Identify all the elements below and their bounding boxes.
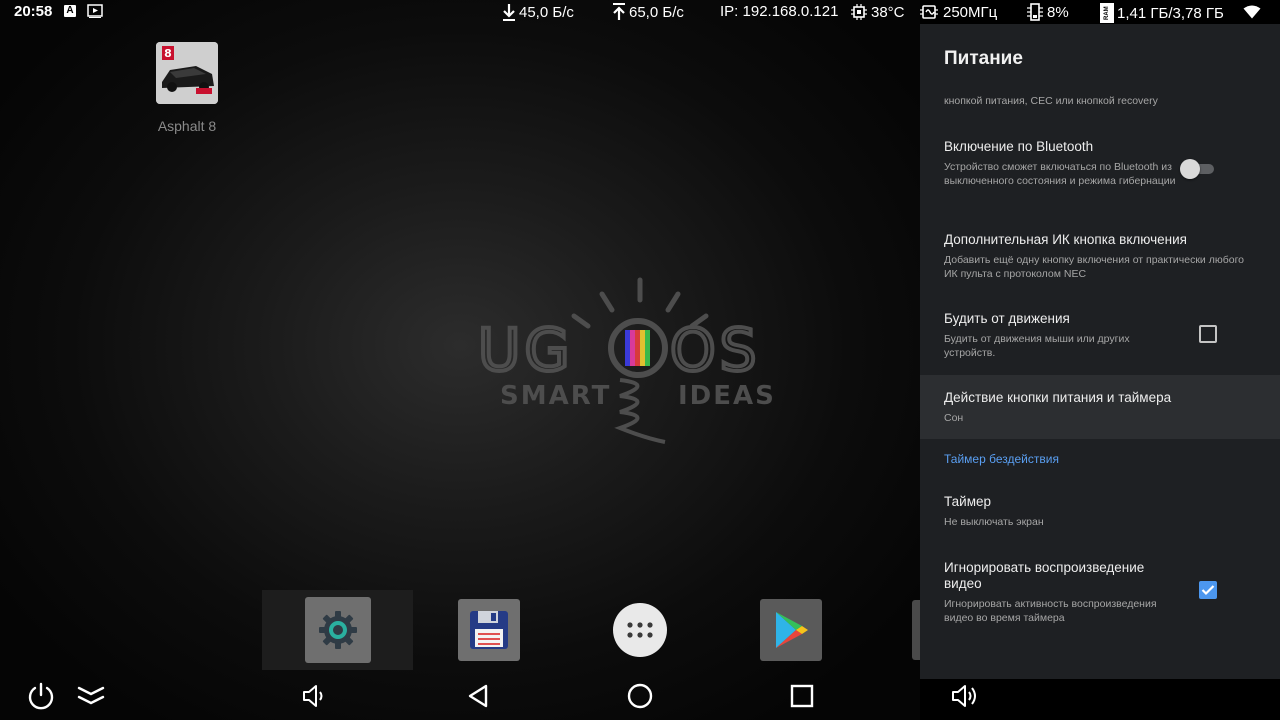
recents-icon	[790, 684, 814, 708]
upload-speed: 65,0 Б/с	[612, 3, 684, 21]
cpu-temp-value: 38°C	[871, 3, 905, 21]
pref-wake-on-motion[interactable]: Будить от движения Будить от движения мы…	[920, 300, 1280, 372]
chip-icon	[850, 3, 868, 21]
volume-up-button[interactable]	[946, 678, 982, 714]
home-icon	[627, 683, 653, 709]
pref-ignore-video[interactable]: Игнорировать воспроизведение видео Игнор…	[920, 550, 1280, 640]
ugoos-logo: UG OS SMART IDEAS	[476, 277, 776, 444]
download-speed-value: 45,0 Б/с	[519, 3, 574, 21]
pref-summary: Добавить ещё одну кнопку включения от пр…	[944, 254, 1245, 280]
settings-panel: Питание кнопкой питания, CEC или кнопкой…	[920, 24, 1280, 679]
panel-header: Питание	[920, 24, 1280, 92]
bluetooth-toggle[interactable]	[1180, 159, 1214, 179]
power-button[interactable]	[23, 678, 59, 714]
upload-icon	[612, 3, 626, 21]
volume-up-icon	[952, 685, 976, 707]
app-label: Asphalt 8	[157, 118, 217, 134]
cpu-freq-icon	[920, 3, 940, 21]
pref-power-button-action[interactable]: Действие кнопки питания и таймера Сон	[920, 375, 1280, 439]
a-icon: A	[64, 5, 76, 17]
ram-usage: RAM 1,41 ГБ/3,78 ГБ	[1100, 3, 1224, 23]
back-icon	[468, 684, 488, 708]
power-icon	[28, 682, 54, 710]
pref-title: Действие кнопки питания и таймера	[944, 390, 1172, 405]
cpu-freq: 250МГц	[920, 3, 997, 21]
pref-title: Таймер	[944, 494, 991, 509]
volume-down-icon	[303, 685, 323, 707]
section-header-idle-timer: Таймер бездействия	[944, 452, 1059, 466]
apps-grid-icon	[612, 603, 667, 657]
home-button[interactable]	[622, 678, 658, 714]
logo-text-ug: UG	[478, 316, 573, 384]
cut-off-summary: кнопкой питания, CEC или кнопкой recover…	[944, 95, 1158, 107]
cpu-temp: 38°C	[850, 3, 905, 21]
pref-title: Дополнительная ИК кнопка включения	[944, 232, 1187, 247]
cpu-freq-value: 250МГц	[943, 3, 998, 21]
ignore-video-checkbox[interactable]	[1199, 581, 1217, 599]
collapse-icon	[77, 686, 105, 705]
ip-address: IP: 192.168.0.121	[720, 3, 839, 20]
dock-item-play-store[interactable]	[715, 590, 866, 670]
logo-text-ideas: IDEAS	[678, 381, 776, 411]
back-button[interactable]	[460, 678, 496, 714]
pref-timer[interactable]: Таймер Не выключать экран	[920, 482, 1280, 546]
dock-item-all-apps[interactable]	[564, 590, 715, 670]
floppy-icon	[457, 599, 520, 661]
pref-title: Игнорировать воспроизведение видео	[944, 560, 1145, 591]
upload-speed-value: 65,0 Б/с	[629, 3, 684, 21]
app-asphalt-8[interactable]: 8 Asphalt 8	[152, 42, 222, 134]
dock-item-file-manager[interactable]	[413, 590, 564, 670]
cpu-load: 8%	[1026, 3, 1069, 21]
volume-down-button[interactable]	[296, 678, 332, 714]
ram-value: 1,41 ГБ/3,78 ГБ	[1117, 4, 1224, 22]
pref-summary: Будить от движения мыши или других устро…	[944, 333, 1130, 359]
dock-item-partial[interactable]	[912, 600, 920, 660]
pref-bluetooth-wake[interactable]: Включение по Bluetooth Устройство сможет…	[920, 130, 1280, 216]
pref-extra-ir-button[interactable]: Дополнительная ИК кнопка включения Добав…	[920, 220, 1280, 294]
cpu-load-icon	[1026, 3, 1044, 21]
recents-button[interactable]	[784, 678, 820, 714]
download-icon	[502, 3, 516, 21]
cpu-load-value: 8%	[1047, 3, 1069, 21]
pref-summary: Игнорировать активность воспроизведения …	[944, 598, 1157, 624]
gear-icon	[304, 597, 371, 663]
page-title: Питание	[944, 48, 1023, 69]
asphalt-badge: 8	[164, 47, 172, 60]
clock: 20:58	[14, 3, 53, 20]
wifi-icon	[1243, 5, 1261, 19]
logo-text-smart: SMART	[500, 381, 611, 411]
pref-summary: Сон	[944, 412, 964, 424]
desktop: 8 Asphalt 8 UG OS SMART IDEAS	[0, 0, 920, 720]
play-store-icon	[759, 599, 822, 661]
pref-title: Включение по Bluetooth	[944, 139, 1094, 154]
check-icon	[1201, 585, 1215, 596]
ram-icon: RAM	[1100, 3, 1114, 23]
collapse-button[interactable]	[73, 678, 109, 714]
wake-on-motion-checkbox[interactable]	[1199, 325, 1217, 343]
logo-text-os: OS	[670, 316, 760, 384]
cast-icon	[87, 4, 103, 18]
dock-item-settings[interactable]	[262, 590, 413, 670]
pref-title: Будить от движения	[944, 311, 1070, 326]
status-bar: 20:58 A 45,0 Б/с 65,0 Б/с IP: 192.168.0.…	[0, 0, 1280, 24]
download-speed: 45,0 Б/с	[502, 3, 574, 21]
pref-summary: Устройство сможет включаться по Bluetoot…	[944, 161, 1176, 187]
pref-summary: Не выключать экран	[944, 516, 1044, 528]
asphalt-8-icon: 8	[156, 42, 218, 104]
